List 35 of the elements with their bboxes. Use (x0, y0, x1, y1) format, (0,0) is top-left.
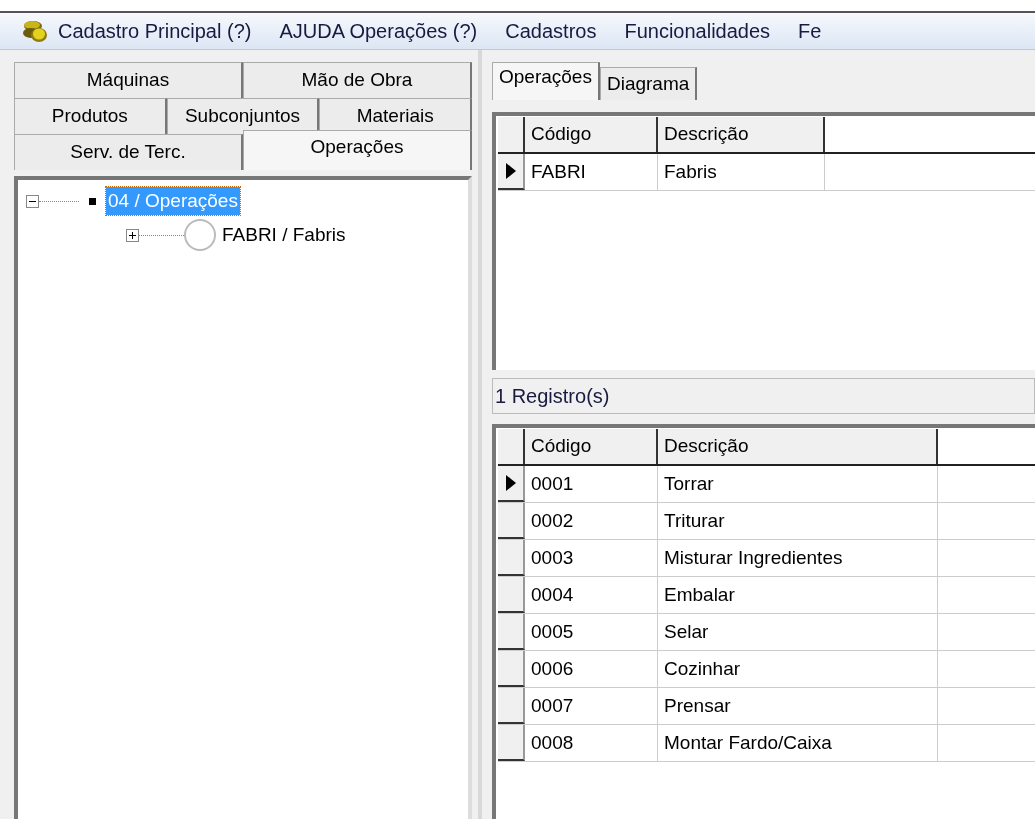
coins-icon (22, 19, 48, 43)
row-indicator[interactable] (498, 725, 525, 761)
menu-item[interactable]: Funcionalidades (624, 16, 771, 46)
menu-item[interactable]: Cadastro Principal (?) (58, 16, 252, 46)
row-indicator[interactable] (498, 466, 525, 502)
row-indicator[interactable] (498, 503, 525, 539)
tab[interactable]: Operações (492, 62, 600, 100)
column-header[interactable]: Código (525, 117, 658, 152)
row-indicator[interactable] (498, 154, 525, 190)
tab[interactable]: Operações (243, 130, 472, 170)
header-corner (498, 117, 525, 152)
row-indicator[interactable] (498, 688, 525, 724)
column-header[interactable]: Descrição (658, 117, 825, 152)
tab[interactable]: Mão de Obra (243, 62, 472, 98)
menu-item[interactable]: AJUDA Operações (?) (279, 16, 478, 46)
tab[interactable]: Produtos (14, 98, 167, 134)
tab[interactable]: Subconjuntos (166, 98, 320, 134)
tree-node[interactable]: FABRI / Fabris (220, 220, 348, 250)
column-header[interactable]: Descrição (658, 429, 938, 464)
menu-item[interactable]: Cadastros (505, 16, 597, 46)
node-square-icon (89, 197, 96, 205)
row-indicator[interactable] (498, 540, 525, 576)
expand-toggle[interactable] (126, 228, 139, 242)
header-corner (498, 429, 525, 464)
tab[interactable]: Diagrama (599, 67, 698, 100)
menu-item[interactable]: Fe (798, 16, 822, 46)
record-count: 1 Registro(s) (495, 384, 610, 409)
tab[interactable]: Serv. de Terc. (14, 134, 243, 170)
tab[interactable]: Máquinas (14, 62, 243, 98)
row-indicator[interactable] (498, 577, 525, 613)
plus-icon (128, 230, 137, 240)
row-indicator[interactable] (498, 651, 525, 687)
row-indicator[interactable] (498, 614, 525, 650)
column-header[interactable]: Código (525, 429, 658, 464)
collapse-toggle[interactable] (26, 194, 39, 208)
